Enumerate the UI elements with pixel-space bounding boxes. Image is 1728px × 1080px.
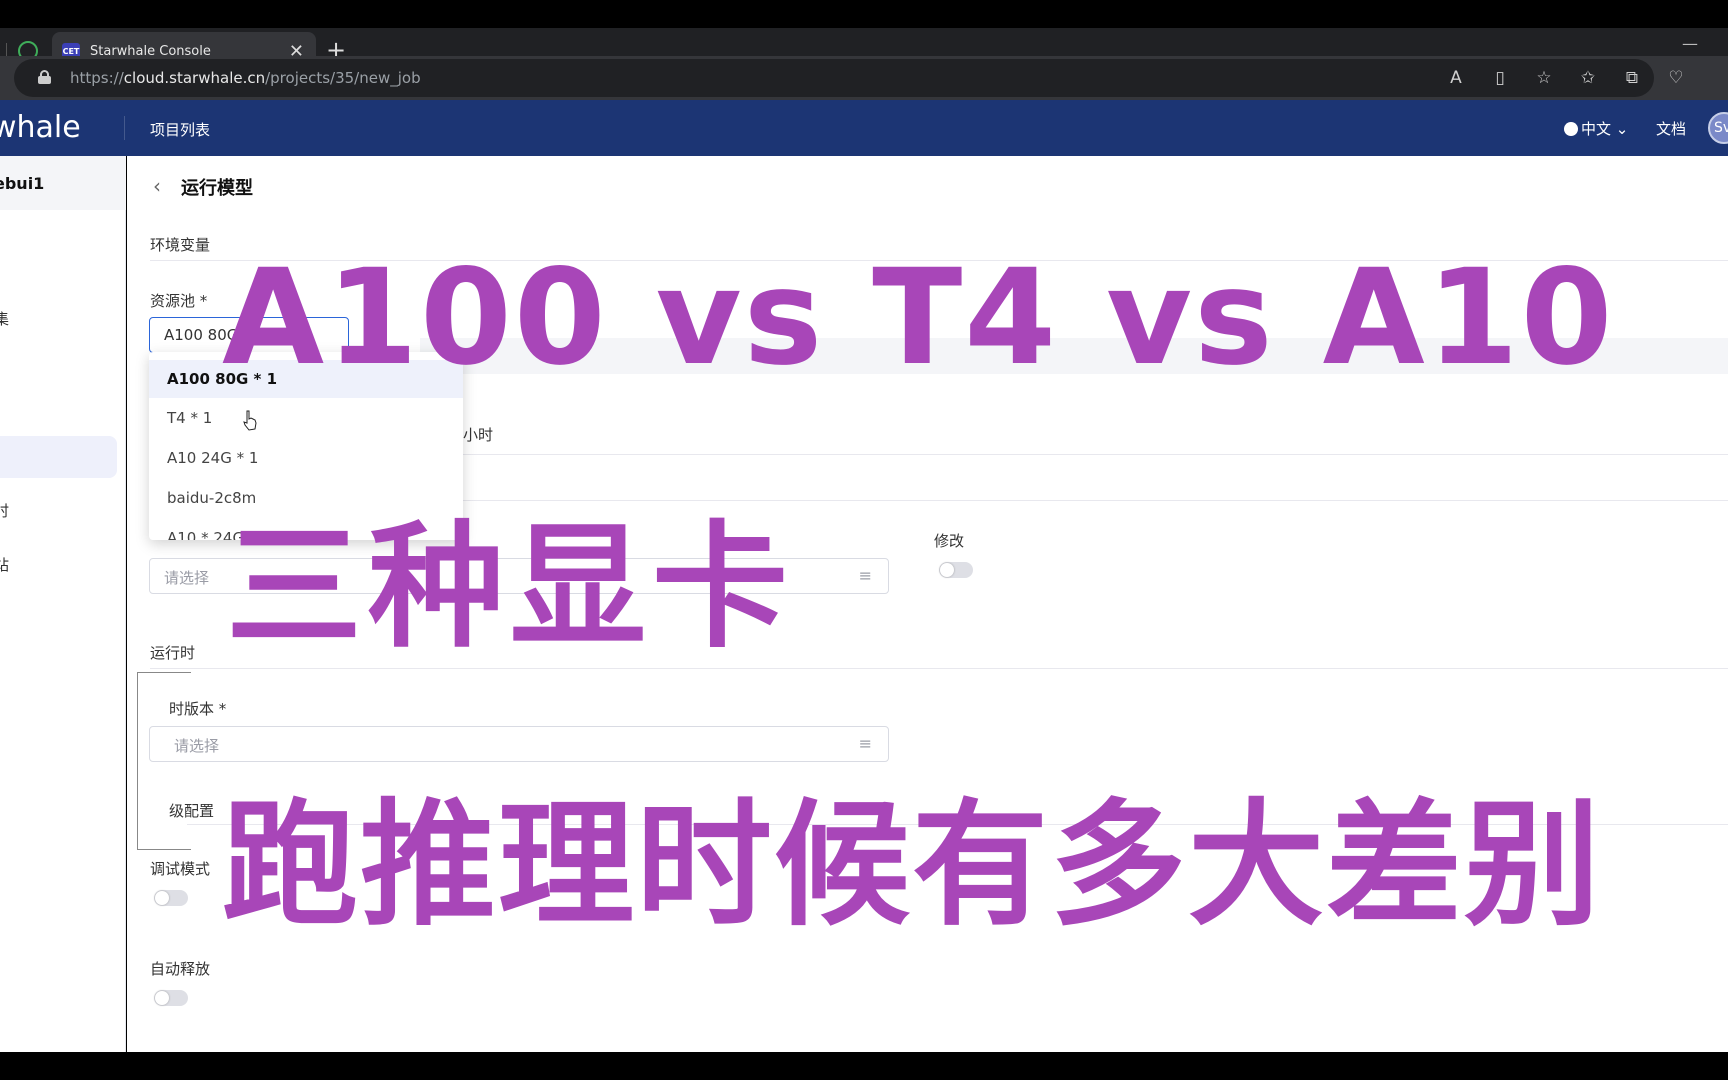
annotation-bracket: [137, 672, 191, 850]
read-aloud-icon[interactable]: A: [1434, 64, 1478, 92]
sidebar-item-site[interactable]: 站: [0, 554, 9, 575]
dropdown-option[interactable]: A10 24G * 1: [149, 439, 463, 477]
auto-release-toggle[interactable]: [154, 990, 188, 1006]
dropdown-option[interactable]: T4 * 1: [149, 399, 463, 437]
chevron-down-icon: ⌄: [1611, 120, 1629, 138]
auto-release-label: 自动释放: [150, 960, 211, 978]
page-title: 运行模型: [181, 178, 253, 199]
sidebar-item-active[interactable]: [0, 436, 117, 478]
sidebar-item-runtime[interactable]: 时: [0, 500, 9, 521]
url-host: cloud.starwhale.cn: [123, 69, 266, 87]
sidebar-project-name[interactable]: ebui1: [0, 174, 44, 193]
url-scheme: https://: [70, 69, 124, 87]
window-minimize-icon[interactable]: —: [1682, 34, 1698, 53]
reading-view-icon[interactable]: ▯: [1478, 64, 1522, 92]
letterbox-bottom: [0, 1052, 1728, 1080]
language-switcher[interactable]: 中文 ⌄: [1564, 118, 1628, 139]
hand-cursor-icon: [243, 410, 257, 431]
docs-link[interactable]: 文档: [1656, 118, 1686, 139]
collections-icon[interactable]: ⧉: [1610, 64, 1654, 92]
model-select-placeholder: 请选择: [164, 569, 210, 587]
url-text[interactable]: https://cloud.starwhale.cn/projects/35/n…: [70, 69, 421, 87]
avatar[interactable]: Sv: [1708, 112, 1728, 144]
overlay-title-line1: A100 vs T4 vs A10: [222, 241, 1615, 395]
divider: [150, 668, 1728, 669]
list-menu-icon: ≡: [858, 566, 872, 585]
favorites-list-icon[interactable]: ✩: [1566, 64, 1610, 92]
modify-toggle[interactable]: [939, 562, 973, 578]
divider: [420, 454, 1728, 455]
brand-logo[interactable]: whale: [0, 110, 81, 145]
overlay-title-line2: 三种显卡: [226, 509, 794, 667]
url-path: /projects/35/new_job: [265, 69, 421, 87]
browser-toolbar: https://cloud.starwhale.cn/projects/35/n…: [0, 56, 1728, 100]
letterbox-top: [0, 0, 1728, 28]
browser-action-icons: A ▯ ☆ ✩ ⧉ ♡: [1434, 64, 1698, 92]
sidebar-item-datasets[interactable]: 集: [0, 308, 9, 329]
back-chevron-icon[interactable]: ‹: [153, 174, 161, 198]
language-label: 中文: [1581, 120, 1612, 138]
header-divider: [124, 116, 125, 140]
lock-icon[interactable]: [38, 70, 51, 84]
sidebar: ebui1 集 时 站: [0, 156, 126, 1052]
browser-essentials-icon[interactable]: ♡: [1654, 64, 1698, 92]
globe-icon: [1564, 122, 1578, 136]
favorite-star-icon[interactable]: ☆: [1522, 64, 1566, 92]
resource-pool-label: 资源池 *: [150, 292, 208, 310]
modify-label: 修改: [934, 532, 965, 550]
divider: [420, 500, 1728, 501]
app-header: whale 项目列表 中文 ⌄ 文档 Sv: [0, 100, 1728, 156]
debug-mode-toggle[interactable]: [154, 890, 188, 906]
overlay-title-line3: 跑推理时候有多大差别: [222, 787, 1602, 945]
section-env-vars: 环境变量: [150, 236, 211, 254]
list-menu-icon: ≡: [858, 734, 872, 753]
nav-project-list[interactable]: 项目列表: [150, 119, 210, 140]
debug-mode-label: 调试模式: [150, 860, 211, 878]
address-bar[interactable]: https://cloud.starwhale.cn/projects/35/n…: [14, 59, 1654, 97]
hours-text: 小时: [463, 426, 494, 444]
runtime-version-select[interactable]: 请选择 ≡: [149, 726, 889, 762]
section-runtime: 运行时: [150, 644, 196, 662]
